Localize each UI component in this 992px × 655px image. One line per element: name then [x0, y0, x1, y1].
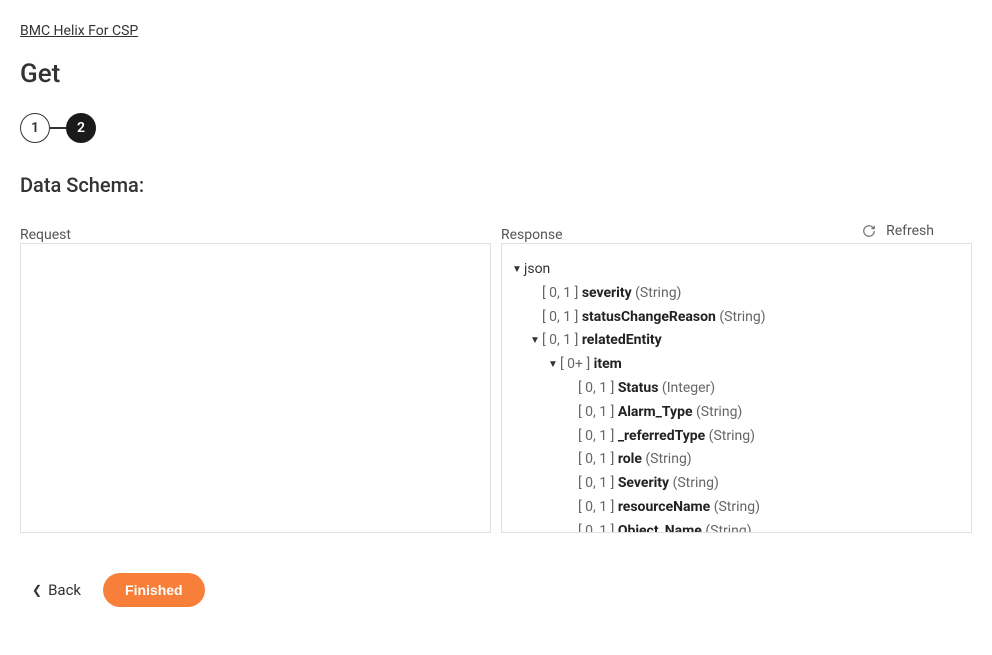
response-tree: ▼json[ 0, 1 ] severity (String)[ 0, 1 ] … — [502, 244, 971, 533]
field-name: Status — [618, 380, 659, 396]
step-1[interactable]: 1 — [20, 113, 50, 143]
response-panel[interactable]: ▼json[ 0, 1 ] severity (String)[ 0, 1 ] … — [501, 243, 972, 533]
cardinality: [ 0, 1 ] — [578, 499, 618, 515]
field-name: item — [594, 356, 622, 372]
tree-root-label: json — [524, 261, 550, 277]
field-name: Object_Name — [618, 523, 702, 533]
field-type: (String) — [693, 404, 743, 420]
field-type: (String) — [716, 309, 766, 325]
section-title: Data Schema: — [20, 173, 972, 197]
tree-children: [ 0, 1 ] Status (Integer)[ 0, 1 ] Alarm_… — [548, 377, 961, 533]
field-type: (String) — [669, 475, 719, 491]
chevron-down-icon[interactable]: ▼ — [512, 261, 524, 278]
cardinality: [ 0, 1 ] — [578, 380, 618, 396]
field-name: Severity — [618, 475, 669, 491]
chevron-down-icon[interactable]: ▼ — [548, 356, 560, 373]
field-type: (String) — [642, 451, 692, 467]
field-type: (Integer) — [658, 380, 715, 396]
cardinality: [ 0, 1 ] — [542, 285, 582, 301]
field-name: statusChangeReason — [582, 309, 716, 325]
tree-node[interactable]: [ 0, 1 ] resourceName (String) — [566, 496, 961, 520]
tree-node[interactable]: [ 0, 1 ] severity (String) — [530, 282, 961, 306]
tree-node[interactable]: [ 0, 1 ] _referredType (String) — [566, 425, 961, 449]
tree-node[interactable]: ▼[ 0+ ] item[ 0, 1 ] Status (Integer)[ 0… — [548, 353, 961, 533]
tree-node[interactable]: [ 0, 1 ] Alarm_Type (String) — [566, 401, 961, 425]
tree-node[interactable]: [ 0, 1 ] Status (Integer) — [566, 377, 961, 401]
tree-node[interactable]: [ 0, 1 ] role (String) — [566, 448, 961, 472]
field-name: Alarm_Type — [618, 404, 693, 420]
step-connector — [50, 127, 66, 129]
step-2[interactable]: 2 — [66, 113, 96, 143]
tree-node[interactable]: [ 0, 1 ] statusChangeReason (String) — [530, 306, 961, 330]
finished-button[interactable]: Finished — [103, 573, 205, 607]
cardinality: [ 0, 1 ] — [578, 451, 618, 467]
refresh-button[interactable]: Refresh — [854, 219, 942, 243]
field-type: (String) — [632, 285, 682, 301]
field-name: relatedEntity — [582, 332, 662, 348]
tree-children: [ 0, 1 ] severity (String)[ 0, 1 ] statu… — [512, 282, 961, 533]
field-name: _referredType — [618, 428, 705, 444]
field-name: resourceName — [618, 499, 710, 515]
back-button[interactable]: ❮ Back — [32, 581, 81, 599]
refresh-label: Refresh — [886, 223, 934, 239]
cardinality: [ 0, 1 ] — [578, 404, 618, 420]
field-type: (String) — [702, 523, 752, 533]
tree-node[interactable]: [ 0, 1 ] Object_Name (String) — [566, 520, 961, 533]
request-panel — [20, 243, 491, 533]
cardinality: [ 0, 1 ] — [578, 428, 618, 444]
chevron-left-icon: ❮ — [32, 583, 42, 597]
breadcrumb-link[interactable]: BMC Helix For CSP — [20, 23, 138, 39]
cardinality: [ 0+ ] — [560, 356, 594, 372]
refresh-icon — [862, 224, 876, 238]
wizard-stepper: 1 2 — [20, 113, 972, 143]
field-type: (String) — [710, 499, 760, 515]
cardinality: [ 0, 1 ] — [578, 523, 618, 533]
chevron-down-icon[interactable]: ▼ — [530, 332, 542, 349]
tree-children: ▼[ 0+ ] item[ 0, 1 ] Status (Integer)[ 0… — [530, 353, 961, 533]
field-name: severity — [582, 285, 632, 301]
field-name: role — [618, 451, 642, 467]
tree-node[interactable]: [ 0, 1 ] Severity (String) — [566, 472, 961, 496]
field-type: (String) — [705, 428, 755, 444]
cardinality: [ 0, 1 ] — [578, 475, 618, 491]
back-label: Back — [48, 581, 81, 599]
tree-node[interactable]: ▼json[ 0, 1 ] severity (String)[ 0, 1 ] … — [512, 258, 961, 533]
page-title: Get — [20, 59, 972, 89]
tree-node[interactable]: ▼[ 0, 1 ] relatedEntity▼[ 0+ ] item[ 0, … — [530, 329, 961, 533]
cardinality: [ 0, 1 ] — [542, 309, 582, 325]
request-panel-label: Request — [20, 227, 491, 243]
cardinality: [ 0, 1 ] — [542, 332, 582, 348]
